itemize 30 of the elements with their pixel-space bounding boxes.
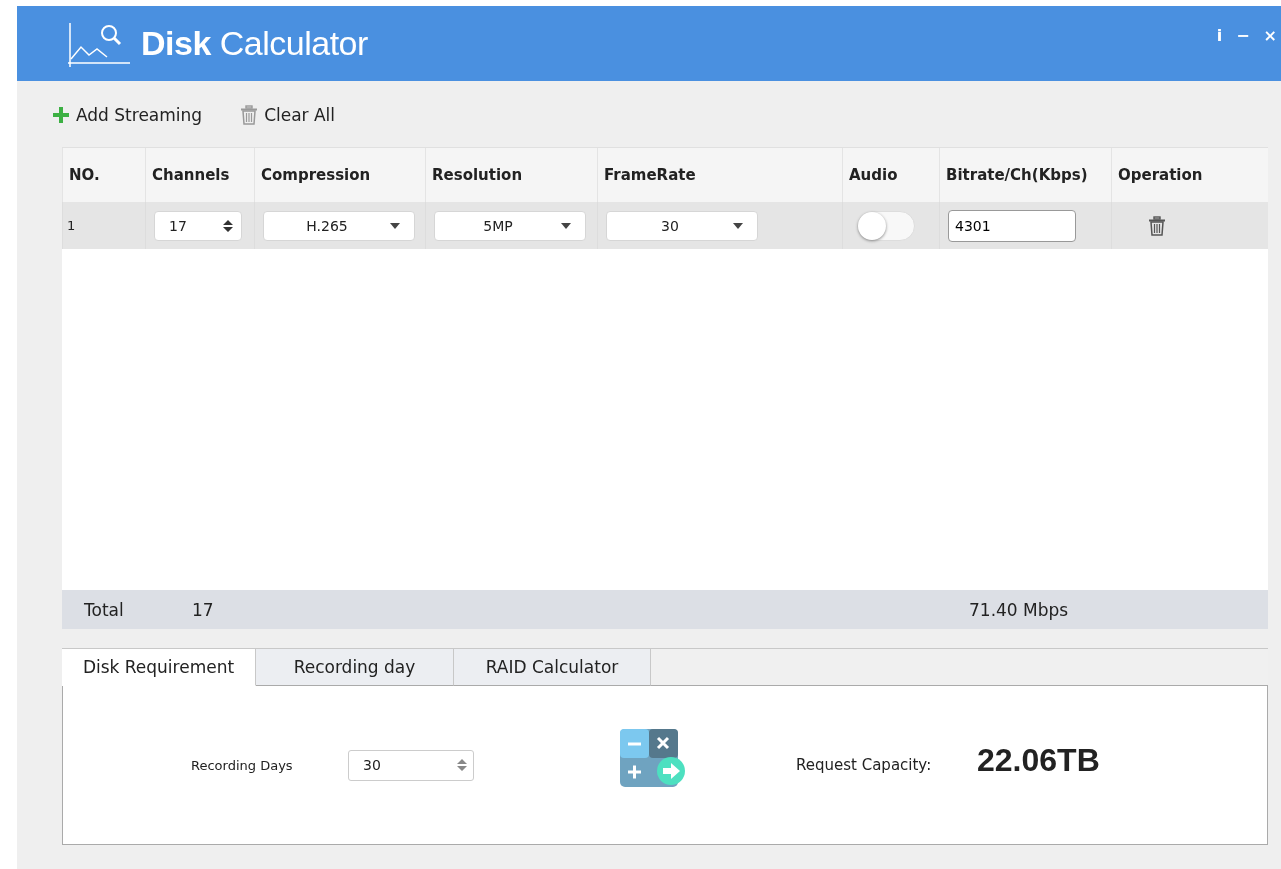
tab[interactable]: RAID Calculator xyxy=(454,649,651,686)
caret-icon xyxy=(561,222,571,229)
row-number: 1 xyxy=(67,218,76,233)
caret-icon xyxy=(733,222,743,229)
request-capacity-label: Request Capacity: xyxy=(796,756,933,774)
framerate-dropdown[interactable]: 30 xyxy=(606,210,758,241)
clear-all-button[interactable]: Clear All xyxy=(240,101,336,129)
add-streaming-button[interactable]: Add Streaming xyxy=(52,101,203,129)
recording-days-label: Recording Days xyxy=(191,757,294,773)
total-label: Total xyxy=(84,599,125,620)
tab[interactable]: Recording day xyxy=(256,649,454,686)
resolution-dropdown[interactable]: 5MP xyxy=(434,210,586,241)
spinner-arrows-icon xyxy=(223,218,233,233)
caret-icon xyxy=(390,222,400,229)
total-bitrate: 71.40 Mbps xyxy=(969,599,1069,620)
calculator-icon[interactable] xyxy=(620,729,686,787)
app-title: Disk Calculator xyxy=(141,24,368,63)
audio-toggle[interactable] xyxy=(857,210,915,241)
trash-icon xyxy=(240,105,259,125)
request-capacity-value: 22.06TB xyxy=(977,741,1100,779)
tab[interactable]: Disk Requirement xyxy=(62,649,256,686)
spinner-arrows-icon xyxy=(457,758,467,772)
compression-dropdown[interactable]: H.265 xyxy=(263,210,415,241)
total-channels: 17 xyxy=(192,599,215,620)
trash-icon xyxy=(1148,215,1166,236)
recording-days-spinbox[interactable]: 30 xyxy=(348,749,474,781)
delete-button[interactable] xyxy=(1148,215,1166,236)
bitrate-field[interactable]: 4301 xyxy=(948,209,1076,242)
channels-spinbox[interactable]: 17 xyxy=(154,210,242,241)
plus-icon xyxy=(52,106,70,124)
